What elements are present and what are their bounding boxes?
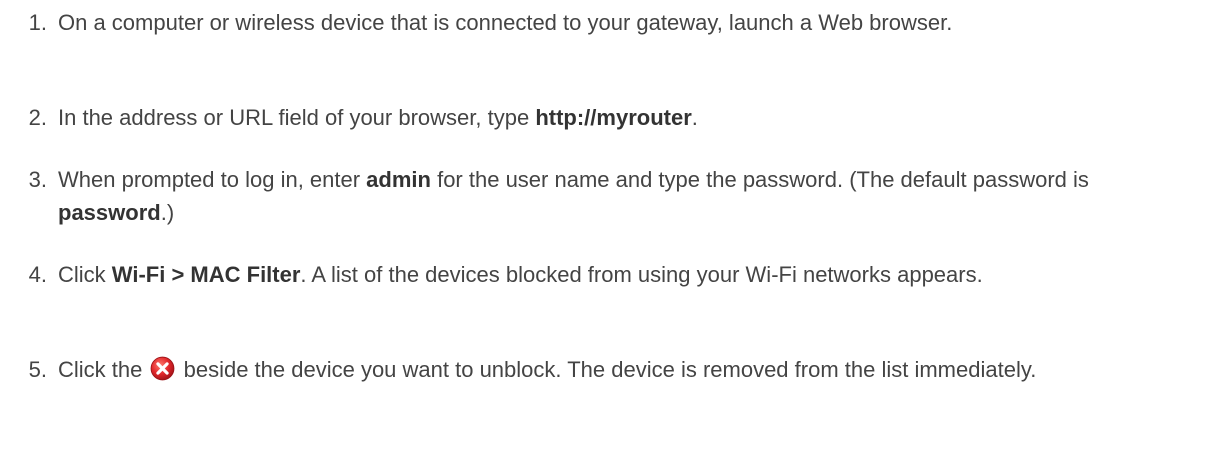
step-text: Click the beside the device you want to …	[58, 353, 1148, 386]
menu-path-emphasis: Wi-Fi > MAC Filter	[111, 262, 301, 287]
step-text: Click Wi-Fi > MAC Filter. A list of the …	[58, 258, 1148, 291]
step-5: 5. Click the beside the device you want …	[0, 353, 1200, 386]
step-number: 3.	[28, 167, 47, 192]
step-text: On a computer or wireless device that is…	[58, 6, 1148, 39]
step-text: When prompted to log in, enter admin for…	[58, 163, 1148, 229]
step-text-part: Click	[58, 262, 112, 287]
step-text-part: .)	[160, 200, 175, 225]
red-circle-x-icon	[151, 356, 175, 381]
step-text-part: for the user name and type the password.…	[430, 167, 1089, 192]
step-text: In the address or URL field of your brow…	[58, 101, 1148, 134]
username-emphasis: admin	[366, 167, 431, 192]
step-text-part: When prompted to log in, enter	[58, 167, 367, 192]
step-4: 4. Click Wi-Fi > MAC Filter. A list of t…	[0, 258, 1200, 291]
step-number: 1.	[28, 10, 47, 35]
step-1: 1. On a computer or wireless device that…	[0, 6, 1200, 39]
step-3: 3. When prompted to log in, enter admin …	[0, 163, 1200, 229]
url-emphasis: http://myrouter	[535, 105, 692, 130]
password-emphasis: password	[58, 200, 161, 225]
step-text-part: . A list of the devices blocked from usi…	[300, 262, 983, 287]
step-text-part: .	[691, 105, 698, 130]
step-text-part: On a computer or wireless device that is…	[58, 10, 953, 35]
step-text-part: Click the	[58, 357, 149, 382]
step-2: 2. In the address or URL field of your b…	[0, 101, 1200, 134]
step-number: 2.	[28, 105, 47, 130]
step-number: 5.	[28, 357, 47, 382]
step-text-part: beside the device you want to unblock. T…	[177, 357, 1037, 382]
step-text-part: In the address or URL field of your brow…	[58, 105, 536, 130]
step-number: 4.	[28, 262, 47, 287]
